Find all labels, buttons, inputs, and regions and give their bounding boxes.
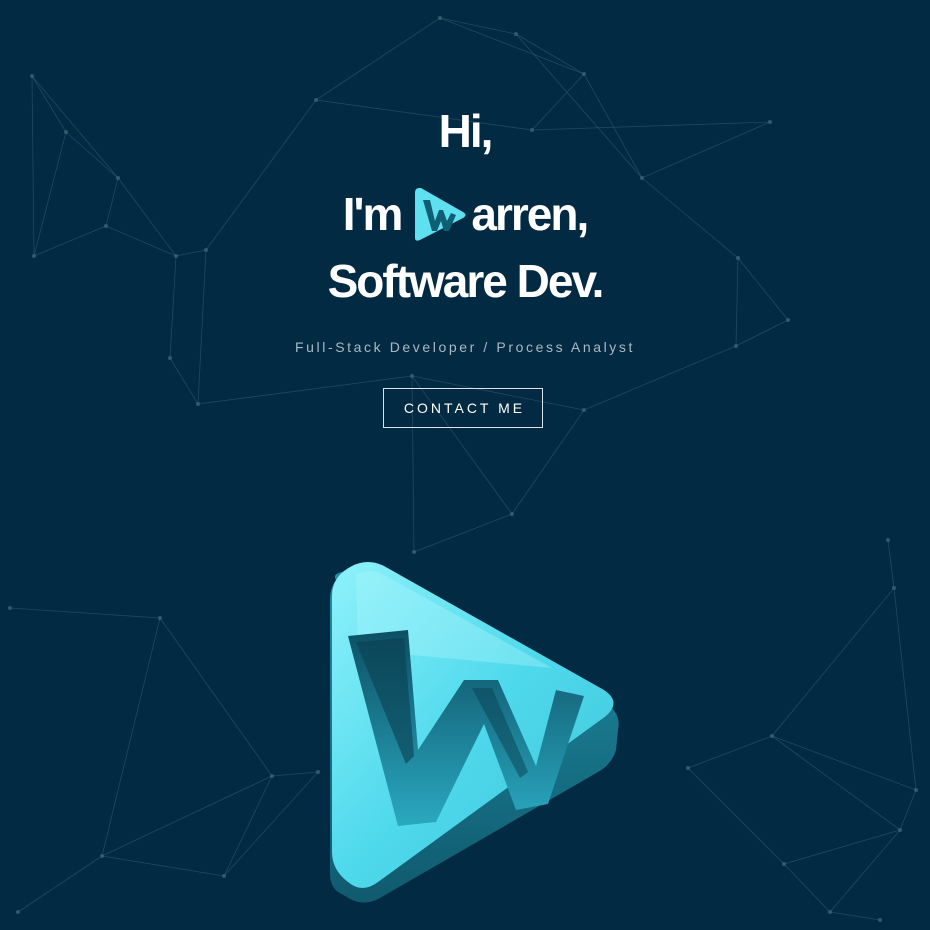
hero-subtitle: Full-Stack Developer / Process Analyst <box>294 339 635 355</box>
network-node <box>168 356 172 360</box>
network-line <box>583 345 737 411</box>
network-node <box>782 862 786 866</box>
network-node <box>892 586 896 590</box>
network-line <box>223 771 319 877</box>
network-node <box>412 550 416 554</box>
network-node <box>878 918 882 922</box>
network-line <box>829 911 881 921</box>
network-line <box>687 735 773 769</box>
network-line <box>413 513 513 553</box>
network-line <box>893 587 917 791</box>
network-line <box>101 855 225 877</box>
network-line <box>17 855 103 913</box>
network-node <box>914 788 918 792</box>
network-line <box>515 33 585 75</box>
network-node <box>16 910 20 914</box>
network-node <box>314 98 318 102</box>
hero-greeting: Hi, <box>438 105 494 157</box>
network-line <box>771 735 917 791</box>
network-node <box>770 734 774 738</box>
network-node <box>204 248 208 252</box>
network-line <box>687 767 785 865</box>
hero-section: Hi, I'm arren, Software Dev. Full-Stack … <box>0 0 930 930</box>
network-line <box>899 789 917 831</box>
network-line <box>439 17 517 35</box>
network-node <box>116 176 120 180</box>
network-line <box>197 375 413 405</box>
network-line <box>515 33 643 179</box>
network-node <box>514 32 518 36</box>
network-line <box>315 17 441 101</box>
network-line <box>101 775 273 857</box>
network-node <box>100 854 104 858</box>
network-line <box>223 775 273 877</box>
network-line <box>9 607 161 619</box>
network-node <box>786 318 790 322</box>
hero-intro-prefix: I'm <box>342 188 404 240</box>
network-line <box>771 587 895 737</box>
network-node <box>196 402 200 406</box>
inline-w-logo-icon <box>415 188 466 241</box>
network-node <box>582 72 586 76</box>
network-line <box>271 771 319 777</box>
network-node <box>30 74 34 78</box>
network-line <box>159 617 273 777</box>
network-line <box>175 249 207 257</box>
network-line <box>887 539 895 589</box>
network-node <box>222 874 226 878</box>
network-line <box>829 829 901 913</box>
network-node <box>886 538 890 542</box>
network-node <box>582 408 586 412</box>
network-node <box>828 910 832 914</box>
network-node <box>316 770 320 774</box>
network-node <box>158 616 162 620</box>
network-node <box>640 176 644 180</box>
network-node <box>686 766 690 770</box>
network-node <box>410 374 414 378</box>
network-line <box>771 735 901 831</box>
contact-me-button[interactable]: CONTACT ME <box>383 388 543 428</box>
network-line <box>783 863 831 913</box>
network-line <box>169 357 199 405</box>
network-node <box>438 16 442 20</box>
network-line <box>783 829 901 865</box>
network-node <box>510 512 514 516</box>
network-node <box>270 774 274 778</box>
network-node <box>898 828 902 832</box>
network-line <box>439 17 585 75</box>
hero-intro: I'm arren, <box>0 184 930 244</box>
network-line <box>101 617 161 857</box>
w-play-logo-icon <box>330 562 619 903</box>
hero-role: Software Dev. <box>327 255 605 307</box>
hero-intro-suffix: arren, <box>471 188 589 240</box>
network-node <box>8 606 12 610</box>
